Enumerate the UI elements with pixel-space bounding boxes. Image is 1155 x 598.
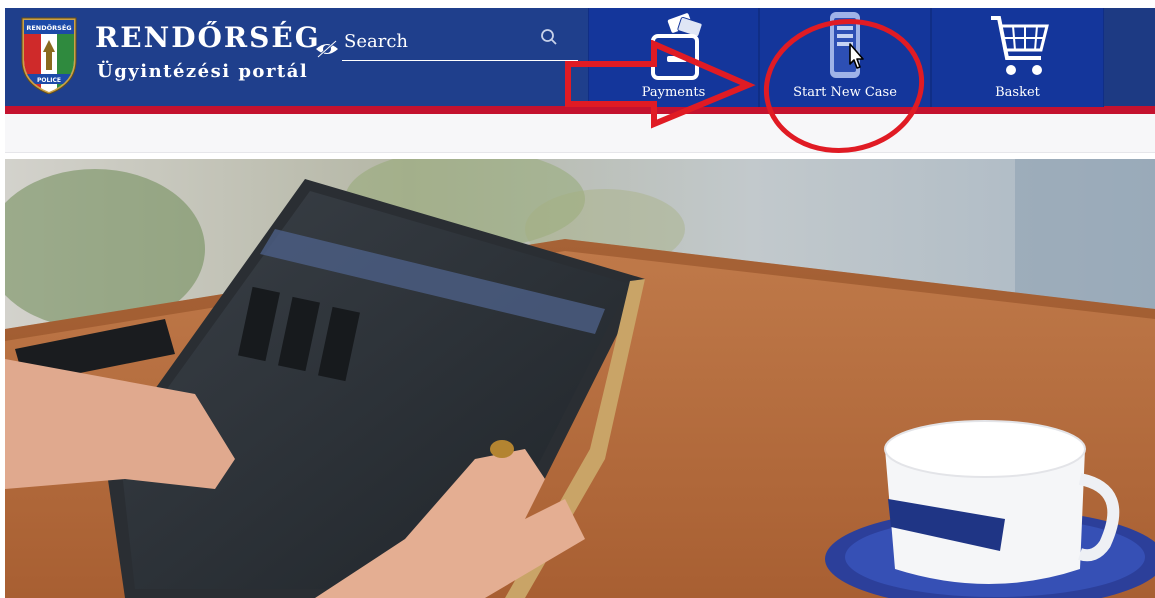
brand-title[interactable]: RENDŐRSÉG: [95, 24, 321, 52]
search-icon[interactable]: [540, 28, 558, 46]
logo-text-bottom: POLICE: [37, 77, 61, 84]
header-red-stripe: [5, 106, 1155, 114]
hero-photo: [5, 159, 1155, 598]
nav-payments[interactable]: Payments: [588, 8, 759, 107]
logo-text-top: RENDŐRSÉG: [26, 23, 71, 32]
header-right-strip: [1104, 8, 1155, 107]
police-badge-logo[interactable]: RENDŐRSÉG POLICE: [18, 10, 80, 94]
basket-icon: [990, 16, 1049, 75]
accessibility-eye-icon[interactable]: [314, 40, 340, 58]
new-case-form-icon: [830, 12, 864, 78]
search-box: [342, 24, 578, 62]
nav-start-new-case-label: Start New Case: [793, 85, 897, 100]
nav-basket-label: Basket: [995, 85, 1040, 100]
brand-subtitle: Ügyintézési portál: [97, 61, 309, 82]
nav-basket[interactable]: Basket: [931, 8, 1104, 107]
wallet-icon: [650, 13, 703, 80]
nav-payments-label: Payments: [641, 85, 706, 100]
search-input[interactable]: [342, 24, 546, 58]
nav-start-new-case[interactable]: Start New Case: [759, 8, 931, 107]
sub-navigation-bar: [5, 114, 1155, 153]
search-underline: [342, 60, 578, 61]
